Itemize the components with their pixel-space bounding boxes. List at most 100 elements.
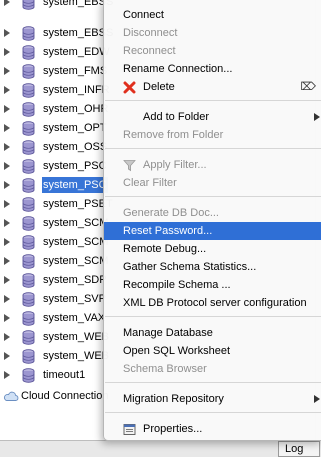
menu-item-remove-from-folder: Remove from Folder (104, 126, 321, 144)
cloud-icon (3, 391, 19, 401)
menu-item-migration-repository[interactable]: Migration Repository (104, 390, 321, 408)
database-icon (22, 254, 35, 269)
database-icon (22, 45, 35, 60)
properties-icon (123, 424, 136, 435)
menu-item-label: Clear Filter (123, 177, 177, 189)
menu-item-gather-schema-statistics[interactable]: Gather Schema Statistics... (104, 258, 321, 276)
connection-label[interactable]: system_EDW (42, 44, 111, 60)
cloud-connections-label[interactable]: Cloud Connection (21, 388, 108, 404)
menu-separator (105, 382, 321, 383)
menu-item-add-to-folder[interactable]: Add to Folder (104, 108, 321, 126)
connection-label[interactable]: system_FMS (42, 63, 108, 79)
expand-arrow-icon[interactable] (4, 219, 10, 227)
menu-item-clear-filter: Clear Filter (104, 174, 321, 192)
database-icon (22, 368, 35, 383)
menu-item-xml-db-protocol[interactable]: XML DB Protocol server configuration (104, 294, 321, 312)
database-icon (22, 0, 35, 10)
menu-item-remote-debug[interactable]: Remote Debug... (104, 240, 321, 258)
expand-arrow-icon[interactable] (4, 143, 10, 151)
connection-label[interactable]: system_SCM (42, 215, 109, 231)
expand-arrow-icon[interactable] (4, 333, 10, 341)
connection-label[interactable]: system_WEB (42, 348, 110, 364)
connection-label[interactable]: system_OPT (42, 120, 108, 136)
menu-separator (105, 196, 321, 197)
database-icon (22, 178, 35, 193)
database-icon (22, 273, 35, 288)
connection-label[interactable]: system_OSS (42, 139, 108, 155)
expand-arrow-icon[interactable] (4, 48, 10, 56)
database-icon (22, 83, 35, 98)
connection-label[interactable]: timeout1 (42, 367, 86, 383)
menu-item-delete[interactable]: Delete ⌦ (104, 78, 321, 96)
connection-label[interactable]: system_INFR (42, 82, 111, 98)
menu-item-label: Connect (123, 9, 164, 21)
menu-item-label: Remove from Folder (123, 129, 224, 141)
app-window: system_EBSS system_EBSS system_EDW syste… (0, 0, 321, 457)
expand-arrow-icon[interactable] (4, 238, 10, 246)
bottom-tab-strip (0, 440, 321, 457)
expand-arrow-icon[interactable] (4, 352, 10, 360)
context-menu: Connect Disconnect Reconnect Rename Conn… (103, 0, 321, 441)
database-icon (22, 216, 35, 231)
expand-arrow-icon[interactable] (4, 371, 10, 379)
database-icon (22, 311, 35, 326)
connection-label[interactable]: system_SCM (42, 253, 109, 269)
menu-item-manage-database[interactable]: Manage Database (104, 324, 321, 342)
menu-item-open-sql-worksheet[interactable]: Open SQL Worksheet (104, 342, 321, 360)
menu-item-label: XML DB Protocol server configuration (123, 297, 307, 309)
connection-label[interactable]: system_SVP (42, 291, 107, 307)
menu-item-label: Rename Connection... (123, 63, 233, 75)
expand-arrow-icon[interactable] (4, 200, 10, 208)
database-icon (22, 64, 35, 79)
database-icon (22, 159, 35, 174)
expand-arrow-icon[interactable] (4, 162, 10, 170)
tree-row-cloud-connections[interactable]: Cloud Connection (0, 387, 110, 406)
expand-arrow-icon[interactable] (4, 29, 10, 37)
connection-label[interactable]: system_SCM (42, 234, 109, 250)
menu-separator (105, 412, 321, 413)
expand-arrow-icon[interactable] (4, 86, 10, 94)
log-tab[interactable]: Log (278, 441, 320, 457)
menu-item-label: Recompile Schema ... (123, 279, 231, 291)
connection-label[interactable]: system_SDP (42, 272, 108, 288)
menu-item-connect[interactable]: Connect (104, 6, 321, 24)
database-icon (22, 102, 35, 117)
database-icon (22, 26, 35, 41)
database-icon (22, 330, 35, 345)
menu-item-disconnect: Disconnect (104, 24, 321, 42)
expand-arrow-icon[interactable] (4, 124, 10, 132)
menu-item-label: Open SQL Worksheet (123, 345, 230, 357)
menu-item-generate-db-doc: Generate DB Doc... (104, 204, 321, 222)
menu-separator (105, 148, 321, 149)
menu-item-reset-password[interactable]: Reset Password... (104, 222, 321, 240)
menu-item-label: Add to Folder (143, 111, 210, 123)
menu-item-schema-browser: Schema Browser (104, 360, 321, 378)
expand-arrow-icon[interactable] (4, 295, 10, 303)
menu-separator (105, 316, 321, 317)
menu-item-rename-connection[interactable]: Rename Connection... (104, 60, 321, 78)
connection-label[interactable]: system_PSC (42, 158, 108, 174)
menu-separator (105, 100, 321, 101)
menu-item-recompile-schema[interactable]: Recompile Schema ... (104, 276, 321, 294)
database-icon (22, 235, 35, 250)
expand-arrow-icon[interactable] (4, 67, 10, 75)
expand-arrow-icon[interactable] (4, 276, 10, 284)
menu-item-properties[interactable]: Properties... (104, 420, 321, 438)
expand-arrow-icon[interactable] (4, 257, 10, 265)
menu-item-label: Delete (143, 81, 175, 93)
connection-label[interactable]: system_PSC (42, 177, 108, 193)
menu-item-label: Schema Browser (123, 363, 207, 375)
menu-item-reconnect: Reconnect (104, 42, 321, 60)
expand-arrow-icon[interactable] (4, 314, 10, 322)
connection-label[interactable]: system_OHR (42, 101, 109, 117)
database-icon (22, 140, 35, 155)
expand-arrow-icon[interactable] (4, 181, 10, 189)
menu-item-label: Reconnect (123, 45, 176, 57)
connection-label[interactable]: system_VAX (42, 310, 106, 326)
expand-arrow-icon[interactable] (4, 0, 10, 6)
connection-label[interactable]: system_WEB (42, 329, 110, 345)
database-icon (22, 349, 35, 364)
expand-arrow-icon[interactable] (4, 105, 10, 113)
database-icon (22, 197, 35, 212)
menu-item-label: Migration Repository (123, 393, 224, 405)
